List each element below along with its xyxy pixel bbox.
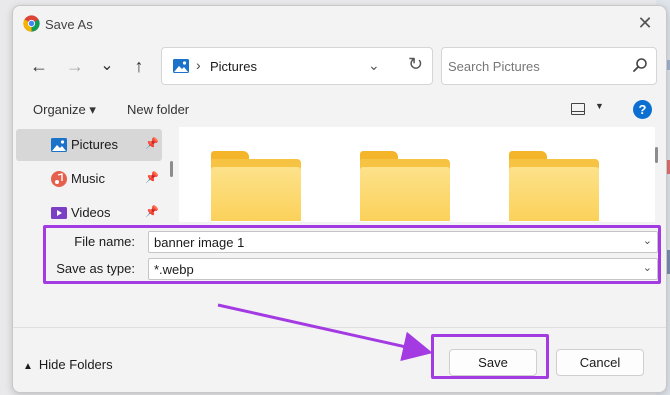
pin-icon: 📌 xyxy=(145,206,159,218)
title-bar[interactable]: Save As ✕ xyxy=(13,6,666,42)
breadcrumb[interactable]: Pictures xyxy=(210,59,257,74)
annotation-highlight-box xyxy=(43,225,661,284)
recent-locations-icon[interactable]: ⌄ xyxy=(93,54,121,78)
sidebar-item-pictures[interactable]: Pictures 📌 xyxy=(16,129,162,161)
pictures-icon xyxy=(51,138,67,152)
pictures-icon xyxy=(173,59,189,73)
search-input[interactable] xyxy=(448,56,628,76)
close-icon[interactable]: ✕ xyxy=(634,13,656,35)
refresh-icon[interactable]: ↻ xyxy=(408,54,423,75)
breadcrumb-separator: › xyxy=(196,57,201,73)
save-as-dialog: Save As ✕ ← → ⌄ ↑ › Pictures ⌄ ↻ Organiz… xyxy=(12,5,667,393)
pin-icon: 📌 xyxy=(145,172,159,184)
footer-divider xyxy=(13,327,666,328)
hide-folders-button[interactable]: ▲ Hide Folders xyxy=(23,357,113,372)
folder-icon[interactable] xyxy=(509,151,601,221)
folder-icon[interactable] xyxy=(360,151,452,221)
hide-folders-label: Hide Folders xyxy=(38,357,113,372)
new-folder-button[interactable]: New folder xyxy=(127,102,189,117)
back-icon[interactable]: ← xyxy=(25,54,53,78)
music-icon xyxy=(51,171,67,187)
address-bar[interactable]: › Pictures ⌄ ↻ xyxy=(161,47,433,85)
chevron-down-icon[interactable]: ⌄ xyxy=(368,57,380,74)
sidebar-scrollbar[interactable] xyxy=(170,161,173,177)
videos-icon xyxy=(51,207,67,219)
cancel-button[interactable]: Cancel xyxy=(556,349,644,376)
forward-icon[interactable]: → xyxy=(61,54,89,78)
annotation-highlight-box xyxy=(431,334,549,379)
organize-menu[interactable]: Organize ▾ xyxy=(33,102,96,118)
folder-icon[interactable] xyxy=(211,151,303,221)
search-icon[interactable] xyxy=(632,57,648,73)
view-dropdown-icon[interactable]: ▼ xyxy=(595,101,604,111)
sidebar-item-label: Pictures xyxy=(71,137,118,152)
search-box[interactable] xyxy=(441,47,657,85)
chevron-up-icon: ▲ xyxy=(23,361,33,372)
up-icon[interactable]: ↑ xyxy=(125,54,153,78)
sidebar-item-label: Videos xyxy=(71,205,111,220)
sidebar-item-label: Music xyxy=(71,171,105,186)
pin-icon: 📌 xyxy=(145,138,159,150)
file-list[interactable] xyxy=(179,127,655,222)
navigation-pane: Pictures 📌 Music 📌 Videos 📌 xyxy=(16,127,166,222)
help-icon[interactable]: ? xyxy=(633,100,652,119)
window-title: Save As xyxy=(45,17,93,32)
sidebar-item-music[interactable]: Music 📌 xyxy=(16,163,162,195)
chrome-icon xyxy=(23,15,40,32)
view-options-icon[interactable] xyxy=(571,103,585,115)
content-scrollbar[interactable] xyxy=(655,147,658,163)
